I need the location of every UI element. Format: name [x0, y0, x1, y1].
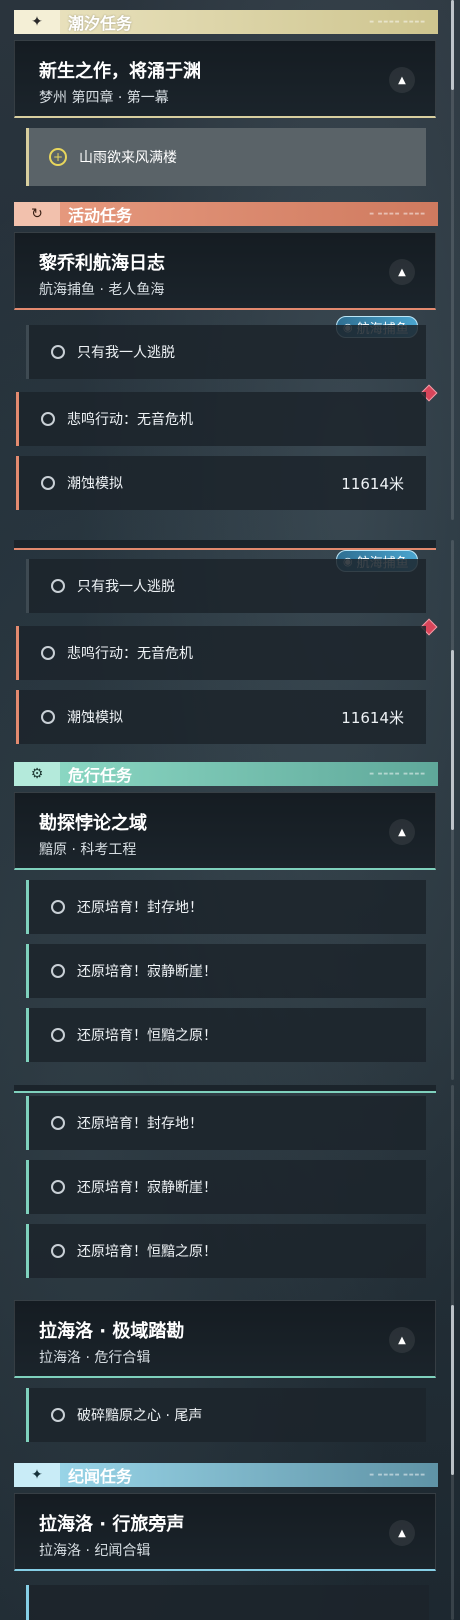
quest-title: 拉海洛 · 极域踏勘: [39, 1321, 185, 1342]
quest-step-label: 还原培育！寂静断崖！: [77, 964, 217, 980]
section-title: 危行任务: [68, 766, 133, 785]
section-title: 潮汐任务: [68, 14, 133, 33]
radio-icon: [41, 710, 55, 724]
quest-step-label: 还原培育！封存地！: [77, 1116, 203, 1132]
quest-step-item[interactable]: + 山雨欲来风满楼: [26, 128, 426, 186]
quest-step-item[interactable]: 还原培育！恒黯之原！: [26, 1224, 426, 1278]
quest-step-label: 悲鸣行动：无音危机: [67, 412, 193, 428]
radio-icon: [51, 900, 65, 914]
scrollbar-thumb[interactable]: [451, 0, 454, 90]
quest-step-item[interactable]: 悲鸣行动：无音危机: [16, 626, 426, 680]
quest-title: 勘探悖论之域: [39, 813, 147, 834]
radio-icon: [51, 1244, 65, 1258]
collapse-icon[interactable]: ▲: [389, 819, 415, 845]
quest-step-label: 只有我一人逃脱: [77, 579, 175, 595]
quest-step-label: 还原培育！恒黯之原！: [77, 1028, 217, 1044]
distance-label: 11614米: [341, 474, 404, 493]
quest-title: 新生之作，将涌于渊: [39, 61, 201, 82]
quest-title: 拉海洛 · 行旅旁声: [39, 1514, 185, 1535]
collapse-icon[interactable]: ▲: [389, 1327, 415, 1353]
collapse-icon[interactable]: ▲: [389, 1520, 415, 1546]
quest-step-item[interactable]: 还原培育！封存地！: [26, 1096, 426, 1150]
quest-card-danger-2[interactable]: 拉海洛 · 极域踏勘 拉海洛 · 危行合辑 ▲: [14, 1300, 436, 1378]
quest-step-item[interactable]: 只有我一人逃脱: [26, 559, 426, 613]
radio-icon: [41, 476, 55, 490]
quest-subtitle: 拉海洛 · 纪闻合辑: [39, 1543, 151, 1559]
star-icon: ✦: [14, 10, 60, 34]
quest-step-label: 还原培育！恒黯之原！: [77, 1244, 217, 1260]
star-target-icon: +: [49, 148, 67, 166]
quest-step-label: 潮蚀模拟: [67, 476, 123, 492]
section-header-activity[interactable]: ↻ 活动任务 ▬ ▬▬▬▬ ▬▬▬▬: [14, 202, 438, 226]
section-title: 纪闻任务: [68, 1467, 133, 1486]
card-edge: [14, 1085, 436, 1093]
quest-subtitle: 梦州 第四章 · 第一幕: [39, 90, 169, 106]
list-continuation: [26, 1585, 429, 1620]
quest-step-item[interactable]: 破碎黯原之心 · 尾声: [26, 1388, 426, 1442]
quest-step-item[interactable]: 还原培育！寂静断崖！: [26, 944, 426, 998]
distance-label: 11614米: [341, 708, 404, 727]
quest-panel-1: ✦ 潮汐任务 ▬ ▬▬▬▬ ▬▬▬▬ 新生之作，将涌于渊 梦州 第四章 · 第一…: [0, 0, 460, 520]
section-tag: ▬ ▬▬▬▬ ▬▬▬▬: [369, 771, 426, 777]
quest-card-legend[interactable]: 拉海洛 · 行旅旁声 拉海洛 · 纪闻合辑 ▲: [14, 1493, 436, 1571]
star-icon: ✦: [14, 1463, 60, 1487]
quest-step-item[interactable]: 还原培育！寂静断崖！: [26, 1160, 426, 1214]
scrollbar-thumb[interactable]: [451, 650, 454, 830]
radio-icon: [51, 1116, 65, 1130]
collapse-icon[interactable]: ▲: [389, 259, 415, 285]
quest-card-tidal[interactable]: 新生之作，将涌于渊 梦州 第四章 · 第一幕 ▲: [14, 40, 436, 118]
refresh-icon: ↻: [14, 202, 60, 226]
section-tag: ▬ ▬▬▬▬ ▬▬▬▬: [369, 211, 426, 217]
quest-card-danger[interactable]: 勘探悖论之域 黯原 · 科考工程 ▲: [14, 792, 436, 870]
radio-icon: [51, 1180, 65, 1194]
quest-step-item[interactable]: 潮蚀模拟 11614米: [16, 690, 426, 744]
quest-panel-2: ◉ 航海捕鱼 只有我一人逃脱 悲鸣行动：无音危机 潮蚀模拟 11614米 ⚙ 危…: [0, 540, 460, 1080]
quest-panel-3: 还原培育！封存地！ 还原培育！寂静断崖！ 还原培育！恒黯之原！ 拉海洛 · 极域…: [0, 1085, 460, 1620]
section-tag: ▬ ▬▬▬▬ ▬▬▬▬: [369, 19, 426, 25]
radio-icon: [41, 646, 55, 660]
quest-step-label: 悲鸣行动：无音危机: [67, 646, 193, 662]
quest-step-label: 山雨欲来风满楼: [79, 150, 177, 166]
quest-subtitle: 航海捕鱼 · 老人鱼海: [39, 282, 165, 298]
scrollbar-thumb[interactable]: [451, 1305, 454, 1475]
quest-step-label: 只有我一人逃脱: [77, 345, 175, 361]
section-header-tidal[interactable]: ✦ 潮汐任务 ▬ ▬▬▬▬ ▬▬▬▬: [14, 10, 438, 34]
section-tag: ▬ ▬▬▬▬ ▬▬▬▬: [369, 1472, 426, 1478]
radio-icon: [41, 412, 55, 426]
card-edge: [14, 540, 436, 550]
radio-icon: [51, 964, 65, 978]
quest-step-item[interactable]: 潮蚀模拟 11614米: [16, 456, 426, 510]
collapse-icon[interactable]: ▲: [389, 67, 415, 93]
radio-icon: [51, 579, 65, 593]
quest-step-label: 潮蚀模拟: [67, 710, 123, 726]
section-header-legend[interactable]: ✦ 纪闻任务 ▬ ▬▬▬▬ ▬▬▬▬: [14, 1463, 438, 1487]
radio-icon: [51, 345, 65, 359]
quest-step-item[interactable]: 还原培育！恒黯之原！: [26, 1008, 426, 1062]
quest-subtitle: 拉海洛 · 危行合辑: [39, 1350, 151, 1366]
quest-step-label: 破碎黯原之心 · 尾声: [77, 1408, 203, 1424]
quest-step-item[interactable]: 还原培育！封存地！: [26, 880, 426, 934]
quest-title: 黎乔利航海日志: [39, 253, 165, 274]
radio-icon: [51, 1408, 65, 1422]
quest-subtitle: 黯原 · 科考工程: [39, 842, 137, 858]
radio-icon: [51, 1028, 65, 1042]
quest-step-label: 还原培育！寂静断崖！: [77, 1180, 217, 1196]
section-title: 活动任务: [68, 206, 133, 225]
quest-step-item[interactable]: 悲鸣行动：无音危机: [16, 392, 426, 446]
quest-step-label: 还原培育！封存地！: [77, 900, 203, 916]
section-header-danger[interactable]: ⚙ 危行任务 ▬ ▬▬▬▬ ▬▬▬▬: [14, 762, 438, 786]
gear-icon: ⚙: [14, 762, 60, 786]
quest-card-activity[interactable]: 黎乔利航海日志 航海捕鱼 · 老人鱼海 ▲: [14, 232, 436, 310]
quest-step-item[interactable]: 只有我一人逃脱: [26, 325, 426, 379]
